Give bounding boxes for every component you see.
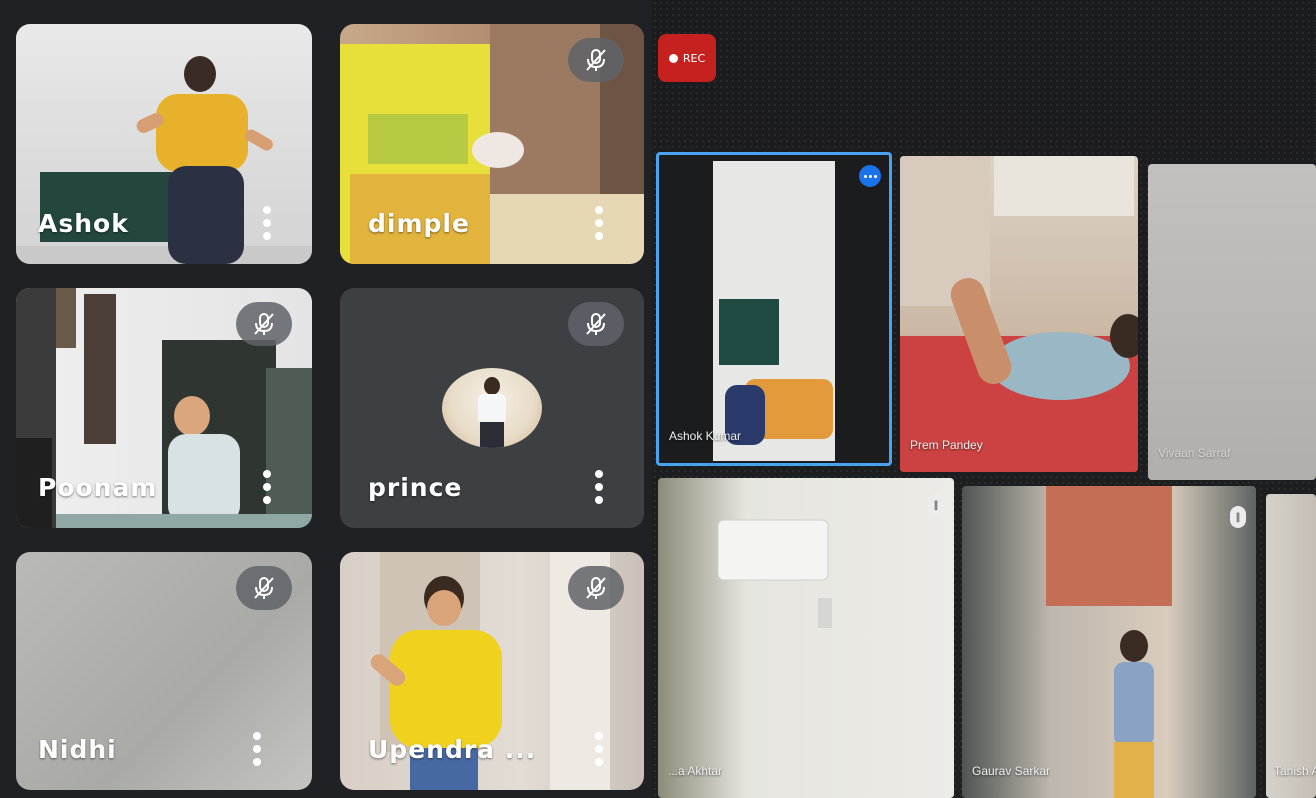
- mic-icon: ‖: [1230, 506, 1246, 528]
- participant-tile-vivaan[interactable]: Vivaan Sarraf: [1148, 164, 1316, 480]
- participant-name: ...a Akhtar: [668, 764, 723, 778]
- more-vert-icon[interactable]: [594, 732, 604, 766]
- mic-off-icon: [236, 566, 292, 610]
- participant-tile-nidhi[interactable]: Nidhi: [16, 552, 312, 790]
- participant-name: dimple: [368, 209, 470, 238]
- rec-label: REC: [682, 51, 706, 65]
- participant-name: Poonam: [38, 473, 158, 502]
- desktop-meet-grid: REC Ashok Kumar Prem Pandey Vivaan Sarra…: [652, 0, 1316, 798]
- mic-off-icon: [568, 302, 624, 346]
- avatar: [442, 368, 542, 448]
- mic-icon: ‖: [928, 494, 944, 516]
- participant-tile-gaurav-sarkar[interactable]: ‖ Gaurav Sarkar: [962, 486, 1256, 798]
- participant-tile-prem-pandey[interactable]: Prem Pandey: [900, 156, 1138, 472]
- more-vert-icon[interactable]: [594, 206, 604, 240]
- participant-name: Upendra ...: [368, 735, 537, 764]
- participant-tile-prince[interactable]: prince: [340, 288, 644, 528]
- participant-tile-dimple[interactable]: dimple: [340, 24, 644, 264]
- more-options-button[interactable]: [859, 165, 881, 187]
- participant-tile-ashok[interactable]: Ashok: [16, 24, 312, 264]
- participant-name: Tanish A...: [1274, 764, 1316, 778]
- more-vert-icon[interactable]: [594, 470, 604, 504]
- video-frame-gaurav-sarkar: [1046, 486, 1172, 798]
- more-vert-icon[interactable]: [252, 732, 262, 766]
- participant-name: prince: [368, 473, 463, 502]
- mobile-meet-grid: Ashok dimple Poonam prince Nidhi Upendra…: [0, 0, 652, 798]
- participant-tile-tanish[interactable]: Tanish A...: [1266, 494, 1316, 798]
- more-vert-icon[interactable]: [262, 206, 272, 240]
- participant-name: Gaurav Sarkar: [972, 764, 1051, 778]
- participant-tile-upendra[interactable]: Upendra ...: [340, 552, 644, 790]
- video-frame-prem-pandey: [900, 156, 1138, 472]
- participant-tile-poonam[interactable]: Poonam: [16, 288, 312, 528]
- participant-name: Ashok: [38, 209, 129, 238]
- mic-off-icon: [568, 38, 624, 82]
- participant-name: Ashok Kumar: [669, 429, 742, 443]
- video-frame-ashok-kumar: [713, 161, 835, 461]
- participant-name: Vivaan Sarraf: [1158, 446, 1231, 460]
- mic-off-icon: [568, 566, 624, 610]
- more-vert-icon[interactable]: [262, 470, 272, 504]
- participant-tile-akhtar[interactable]: ‖ ...a Akhtar: [658, 478, 954, 798]
- participant-tile-ashok-kumar[interactable]: Ashok Kumar: [656, 152, 892, 466]
- participant-name: Prem Pandey: [910, 438, 983, 452]
- participant-name: Nidhi: [38, 735, 117, 764]
- video-frame-akhtar: [717, 519, 832, 628]
- mic-off-icon: [236, 302, 292, 346]
- record-icon: [668, 53, 678, 63]
- recording-indicator: REC: [658, 34, 716, 82]
